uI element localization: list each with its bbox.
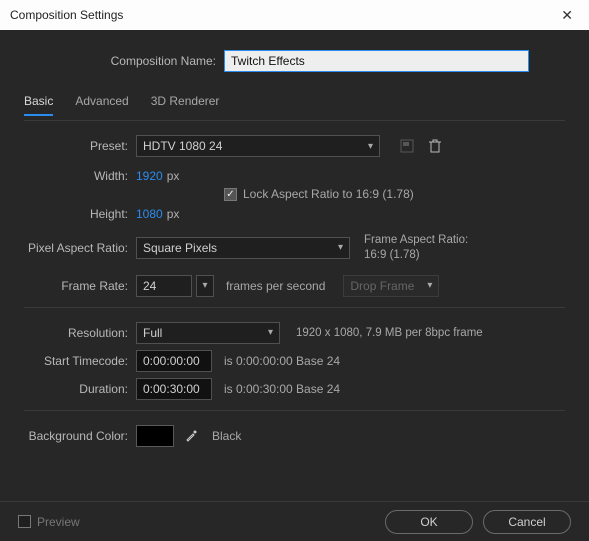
close-icon[interactable]: ✕ (555, 5, 579, 26)
save-preset-icon (396, 135, 418, 157)
chevron-down-icon: ▾ (368, 141, 373, 152)
resolution-select[interactable]: Full ▾ (136, 322, 280, 344)
tab-divider (24, 120, 565, 121)
par-label: Pixel Aspect Ratio: (24, 241, 136, 255)
preview-checkbox (18, 515, 31, 528)
preset-label: Preset: (24, 139, 136, 153)
chevron-down-icon: ▾ (268, 327, 273, 338)
frame-rate-stepper[interactable]: ▾ (196, 275, 214, 297)
duration-info: is 0:00:30:00 Base 24 (224, 382, 340, 396)
resolution-value: Full (143, 326, 162, 340)
tab-basic[interactable]: Basic (24, 90, 53, 116)
trash-icon[interactable] (424, 135, 446, 157)
start-timecode-label: Start Timecode: (24, 354, 136, 368)
duration-row: Duration: 0:00:30:00 is 0:00:30:00 Base … (24, 378, 565, 400)
bg-color-row: Background Color: Black (24, 425, 565, 447)
frame-rate-row: Frame Rate: 24 ▾ frames per second Drop … (24, 275, 565, 297)
divider (24, 410, 565, 411)
par-row: Pixel Aspect Ratio: Square Pixels ▾ Fram… (24, 233, 565, 263)
window-title: Composition Settings (10, 8, 123, 22)
dialog-body: Composition Name: Basic Advanced 3D Rend… (0, 30, 589, 500)
chevron-down-icon: ▾ (338, 242, 343, 253)
height-label: Height: (24, 207, 136, 221)
comp-name-label: Composition Name: (24, 54, 224, 68)
preset-row: Preset: HDTV 1080 24 ▾ (24, 135, 565, 157)
start-timecode-row: Start Timecode: 0:00:00:00 is 0:00:00:00… (24, 350, 565, 372)
start-timecode-info: is 0:00:00:00 Base 24 (224, 354, 340, 368)
divider (24, 307, 565, 308)
titlebar: Composition Settings ✕ (0, 0, 589, 30)
frame-aspect-info: Frame Aspect Ratio: 16:9 (1.78) (364, 233, 468, 263)
lock-aspect-checkbox[interactable] (224, 188, 237, 201)
chevron-down-icon: ▾ (202, 280, 207, 291)
tabs: Basic Advanced 3D Renderer (24, 90, 565, 116)
frame-aspect-value: 16:9 (1.78) (364, 248, 468, 263)
bg-color-swatch[interactable] (136, 425, 174, 447)
frame-aspect-label: Frame Aspect Ratio: (364, 233, 468, 248)
preset-select[interactable]: HDTV 1080 24 ▾ (136, 135, 380, 157)
form-area: Preset: HDTV 1080 24 ▾ Width: 1920 px Lo… (24, 135, 565, 447)
bg-color-label: Background Color: (24, 429, 136, 443)
par-value: Square Pixels (143, 241, 217, 255)
cancel-button[interactable]: Cancel (483, 510, 571, 534)
height-input[interactable]: 1080 (136, 207, 163, 221)
drop-frame-value: Drop Frame (350, 279, 414, 293)
comp-name-row: Composition Name: (24, 50, 565, 72)
eyedropper-icon[interactable] (180, 425, 202, 447)
width-unit: px (167, 169, 180, 183)
tab-3d-renderer[interactable]: 3D Renderer (151, 90, 220, 116)
frame-rate-unit: frames per second (226, 279, 325, 293)
drop-frame-select: Drop Frame ▾ (343, 275, 439, 297)
preset-value: HDTV 1080 24 (143, 139, 222, 153)
bg-color-name: Black (212, 429, 241, 443)
footer: Preview OK Cancel (0, 501, 589, 541)
ok-button[interactable]: OK (385, 510, 473, 534)
lock-aspect-label: Lock Aspect Ratio to 16:9 (1.78) (243, 187, 414, 201)
height-row: Height: 1080 px (24, 207, 565, 221)
duration-input[interactable]: 0:00:30:00 (136, 378, 212, 400)
footer-buttons: OK Cancel (385, 510, 571, 534)
chevron-down-icon: ▾ (427, 280, 432, 291)
tab-advanced[interactable]: Advanced (75, 90, 128, 116)
par-select[interactable]: Square Pixels ▾ (136, 237, 350, 259)
start-timecode-input[interactable]: 0:00:00:00 (136, 350, 212, 372)
comp-name-input[interactable] (224, 50, 529, 72)
frame-rate-input[interactable]: 24 (136, 275, 192, 297)
preview-toggle: Preview (18, 515, 80, 529)
lock-aspect-row: Lock Aspect Ratio to 16:9 (1.78) (224, 187, 565, 201)
duration-label: Duration: (24, 382, 136, 396)
preview-label: Preview (37, 515, 80, 529)
resolution-label: Resolution: (24, 326, 136, 340)
width-input[interactable]: 1920 (136, 169, 163, 183)
height-unit: px (167, 207, 180, 221)
width-row: Width: 1920 px (24, 169, 565, 183)
resolution-row: Resolution: Full ▾ 1920 x 1080, 7.9 MB p… (24, 322, 565, 344)
frame-rate-label: Frame Rate: (24, 279, 136, 293)
width-label: Width: (24, 169, 136, 183)
resolution-info: 1920 x 1080, 7.9 MB per 8bpc frame (296, 327, 483, 339)
